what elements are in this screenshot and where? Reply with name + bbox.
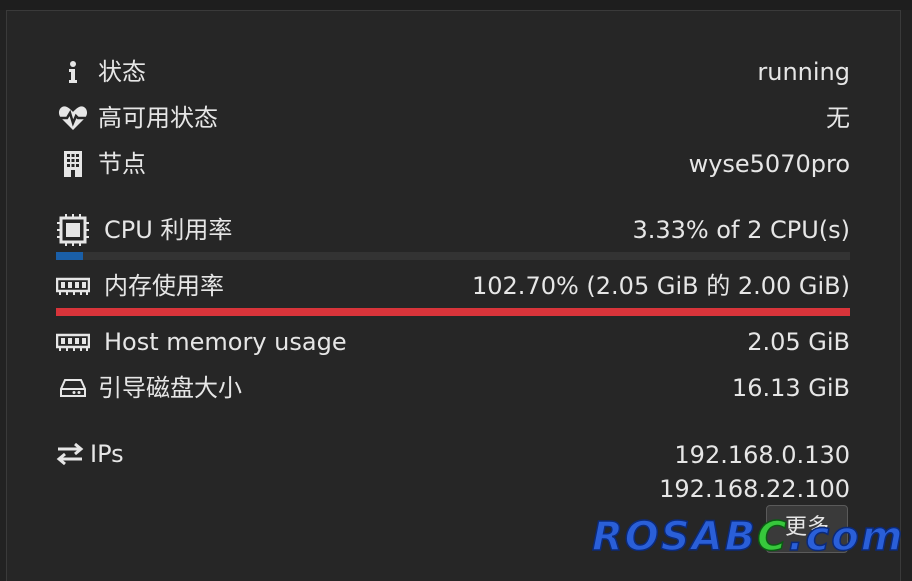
ha-status-row: 高可用状态 无 (56, 98, 850, 138)
ha-status-value: 无 (826, 104, 850, 132)
memory-usage-bar (56, 308, 850, 316)
cpu-label: CPU 利用率 (104, 216, 233, 244)
host-memory-label: Host memory usage (104, 328, 347, 356)
node-row: 节点 wyse5070pro (56, 144, 850, 184)
watermark-logo: ROSABC.com (591, 513, 905, 561)
host-memory-row: Host memory usage 2.05 GiB (56, 322, 850, 362)
info-icon (56, 52, 90, 92)
node-label: 节点 (98, 150, 146, 178)
status-label: 状态 (98, 58, 146, 86)
cpu-row: CPU 利用率 3.33% of 2 CPU(s) (56, 210, 850, 250)
memory-usage-fill (56, 308, 850, 316)
status-row: 状态 running (56, 52, 850, 92)
bootdisk-label: 引导磁盘大小 (98, 374, 242, 402)
building-icon (56, 144, 90, 184)
ha-status-label: 高可用状态 (98, 104, 218, 132)
cpu-usage-bar (56, 252, 850, 260)
cpu-icon (56, 210, 90, 250)
memory-icon (56, 266, 90, 306)
node-value: wyse5070pro (688, 150, 850, 178)
memory-value: 102.70% (2.05 GiB 的 2.00 GiB) (472, 272, 850, 300)
memory-row: 内存使用率 102.70% (2.05 GiB 的 2.00 GiB) (56, 266, 850, 306)
status-value: running (757, 58, 850, 86)
bootdisk-row: 引导磁盘大小 16.13 GiB (56, 368, 850, 408)
hdd-icon (56, 368, 90, 408)
cpu-usage-fill (56, 252, 83, 260)
ips-label: IPs (90, 440, 124, 468)
ip-address: 192.168.22.100 (659, 475, 850, 503)
ip-address: 192.168.0.130 (674, 441, 850, 469)
top-bar (0, 0, 912, 10)
heartbeat-icon (56, 98, 90, 138)
cpu-value: 3.33% of 2 CPU(s) (632, 216, 850, 244)
host-memory-value: 2.05 GiB (747, 328, 850, 356)
exchange-icon (56, 434, 84, 474)
bootdisk-value: 16.13 GiB (731, 374, 850, 402)
memory-label: 内存使用率 (104, 272, 224, 300)
memory-icon (56, 322, 90, 362)
